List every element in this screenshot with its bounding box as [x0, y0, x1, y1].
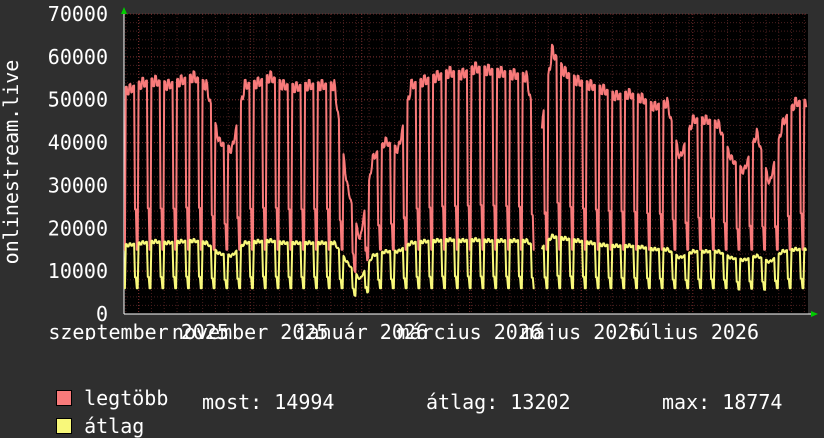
legend-item-atlag: átlag	[32, 390, 144, 438]
y-tick-label: 70000	[48, 2, 108, 26]
x-tick-label: július 2026	[627, 320, 759, 340]
legend-label-atlag: átlag	[84, 414, 145, 438]
y-tick-label: 30000	[48, 173, 108, 197]
y-axis-title: onlinestream.live	[0, 60, 23, 265]
y-axis-arrow	[121, 7, 127, 14]
chart: 010000200003000040000500006000070000szep…	[0, 2, 818, 340]
plot-area	[124, 14, 808, 314]
y-tick-label: 60000	[48, 45, 108, 69]
atlag-swatch	[56, 418, 73, 434]
x-tick-label: május 2026	[521, 320, 641, 340]
stat-mean: átlag: 13202	[426, 390, 571, 414]
y-tick-label: 50000	[48, 88, 108, 112]
x-axis-arrow	[811, 311, 818, 317]
stat-now: most: 14994	[202, 390, 335, 414]
stat-max: max: 18774	[662, 390, 783, 414]
y-tick-label: 10000	[48, 259, 108, 283]
y-tick-label: 40000	[48, 131, 108, 155]
y-tick-label: 20000	[48, 216, 108, 240]
